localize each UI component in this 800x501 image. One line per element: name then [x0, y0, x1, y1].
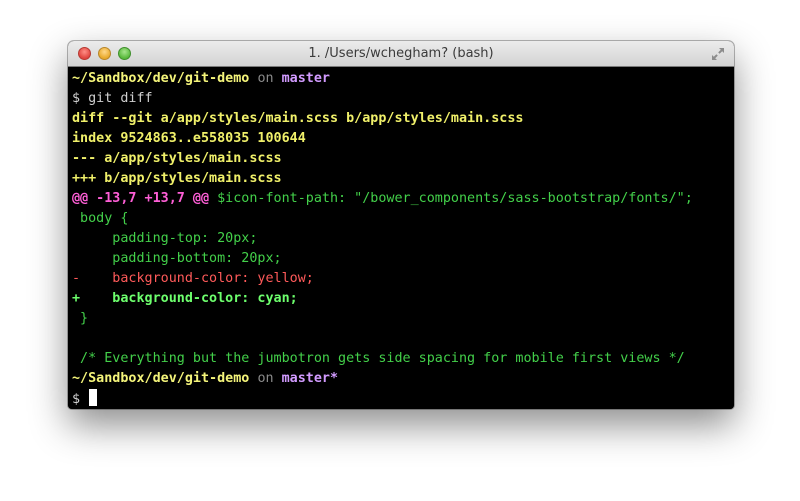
- command-text: git diff: [88, 91, 153, 106]
- close-window-icon[interactable]: [78, 47, 91, 60]
- diff-line: /* Everything but the jumbotron gets sid…: [72, 351, 685, 366]
- diff-header-minus: --- a/app/styles/main.scss: [72, 151, 282, 166]
- diff-line-blank: [72, 329, 734, 349]
- prompt-symbol: $: [72, 392, 81, 407]
- terminal-output[interactable]: ~/Sandbox/dev/git-demo on master $ git d…: [68, 67, 734, 409]
- diff-line: }: [72, 311, 89, 326]
- prompt-symbol: $: [72, 91, 81, 106]
- hunk-header: @@ -13,7 +13,7 @@ $icon-font-path: "/bow…: [72, 189, 734, 209]
- diff-line: padding-top: 20px;: [72, 231, 258, 246]
- fullscreen-arrows-icon[interactable]: [710, 46, 726, 62]
- prompt-line: ~/Sandbox/dev/git-demo on master: [72, 69, 734, 89]
- command-line: $ git diff: [72, 89, 734, 109]
- prompt-on: on: [257, 371, 274, 386]
- diff-line-removed: - background-color: yellow;: [72, 271, 314, 286]
- prompt-path: ~/Sandbox/dev/git-demo: [72, 71, 250, 86]
- diff-header-index: index 9524863..e558035 100644: [72, 131, 306, 146]
- diff-header-git: diff --git a/app/styles/main.scss b/app/…: [72, 111, 524, 126]
- hunk-marker: @@ -13,7 +13,7 @@: [72, 191, 210, 206]
- prompt-path: ~/Sandbox/dev/git-demo: [72, 371, 250, 386]
- diff-line-added: + background-color: cyan;: [72, 291, 298, 306]
- prompt-on: on: [257, 71, 274, 86]
- input-line[interactable]: $: [72, 389, 734, 409]
- prompt-line: ~/Sandbox/dev/git-demo on master*: [72, 369, 734, 389]
- diff-header-plus: +++ b/app/styles/main.scss: [72, 171, 282, 186]
- window-title: 1. /Users/wchegham? (bash): [308, 46, 494, 61]
- diff-line: body {: [72, 211, 129, 226]
- title-bar[interactable]: 1. /Users/wchegham? (bash): [68, 41, 734, 67]
- diff-line: padding-bottom: 20px;: [72, 251, 282, 266]
- minimize-window-icon[interactable]: [98, 47, 111, 60]
- hunk-context: $icon-font-path: "/bower_components/sass…: [209, 191, 693, 206]
- prompt-branch: master*: [281, 371, 339, 386]
- text-cursor: [89, 389, 98, 406]
- prompt-branch: master: [281, 71, 330, 86]
- terminal-window: 1. /Users/wchegham? (bash) ~/Sandbox/dev…: [68, 41, 734, 409]
- zoom-window-icon[interactable]: [118, 47, 131, 60]
